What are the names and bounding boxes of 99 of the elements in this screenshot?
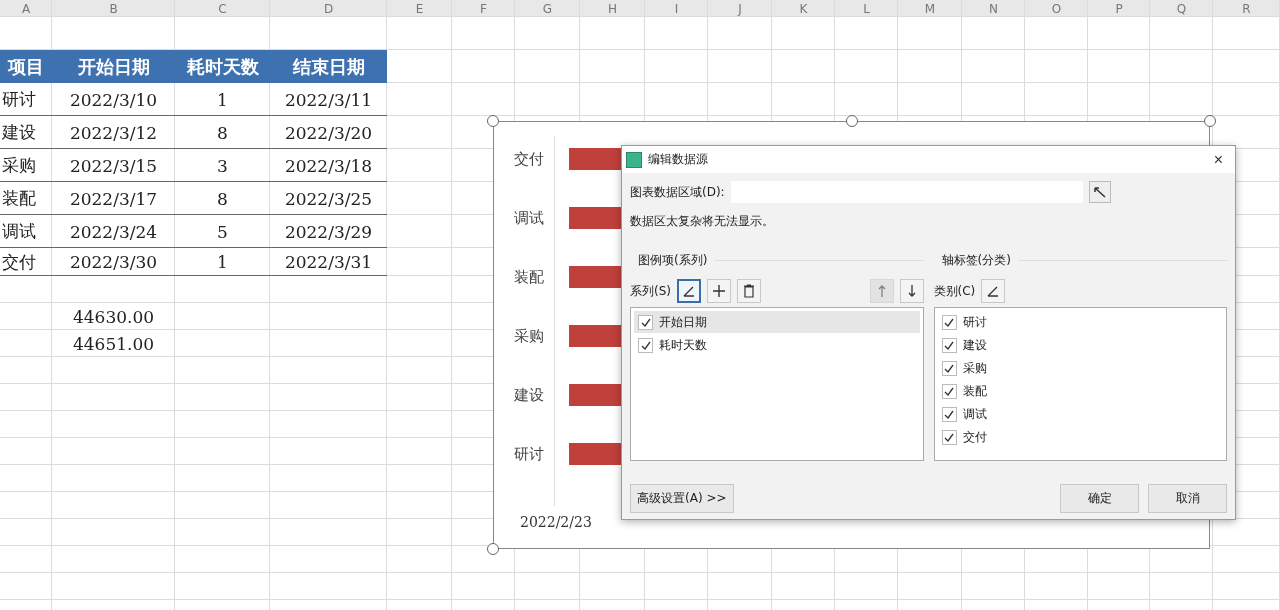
table-cell-text: 2022/3/31	[283, 251, 374, 274]
table-header-cell: 项目	[0, 50, 52, 83]
axis-label: 2022/2/23	[520, 514, 592, 530]
list-label: 类别(C)	[933, 282, 976, 300]
table-cell-text: 2022/3/18	[283, 154, 374, 178]
checkbox[interactable]	[941, 314, 957, 330]
column-header[interactable]: O	[1051, 1, 1062, 16]
column-header[interactable]: G	[542, 1, 553, 16]
advanced-settings-button[interactable]: 高级设置(A) >>	[630, 484, 734, 513]
close-button[interactable]: ×	[1209, 150, 1227, 169]
table-cell-text: 2022/3/29	[283, 220, 374, 244]
table-cell-text: 2022/3/20	[283, 121, 374, 145]
list-item[interactable]: 交付	[962, 428, 987, 446]
table-cell-text: 8	[216, 187, 229, 211]
item-label: 开始日期	[659, 313, 707, 331]
list-item[interactable]: 研讨	[962, 313, 987, 331]
group-heading: 图例项(系列)	[630, 252, 924, 269]
trash-icon	[743, 284, 755, 298]
axis-label: 交付	[513, 149, 545, 169]
info-text: 数据区太复杂将无法显示。	[630, 213, 775, 230]
column-header[interactable]: F	[480, 1, 487, 16]
table-cell-text: 8	[216, 121, 229, 145]
checkbox[interactable]	[638, 314, 653, 330]
pencil-icon	[682, 284, 696, 298]
list-item[interactable]: 调试	[962, 405, 987, 423]
table-cell-text: 2022/3/17	[68, 187, 159, 211]
move-down-button[interactable]	[899, 279, 924, 303]
group-heading: 轴标签(分类)	[933, 252, 1227, 269]
list-item[interactable]: 采购	[962, 359, 987, 377]
axis-label: 采购	[513, 326, 545, 346]
picker-icon	[1093, 186, 1106, 198]
column-header[interactable]: L	[863, 1, 870, 16]
column-header[interactable]: N	[989, 1, 998, 16]
column-header[interactable]: C	[218, 1, 227, 16]
column-header[interactable]: J	[738, 1, 742, 16]
column-header[interactable]: R	[1242, 1, 1251, 16]
app-icon	[626, 151, 642, 168]
column-header[interactable]: H	[608, 1, 617, 16]
table-cell-text: 研讨	[1, 88, 37, 111]
table-cell-text: 2022/3/15	[68, 154, 159, 178]
up-arrow-icon	[876, 284, 887, 298]
checkbox[interactable]	[941, 360, 957, 376]
table-cell-text: 1	[216, 88, 229, 112]
table-cell-text: 5	[216, 220, 229, 244]
checkbox[interactable]	[941, 337, 957, 353]
column-header[interactable]: P	[1115, 1, 1123, 16]
table-header-cell: 结束日期	[270, 50, 387, 83]
table-cell-text: 44630.00	[71, 305, 156, 329]
checkbox[interactable]	[638, 337, 653, 353]
column-header[interactable]: M	[924, 1, 936, 16]
axis-label: 装配	[513, 267, 545, 287]
column-header[interactable]: A	[21, 1, 31, 16]
table-cell-text: 2022/3/24	[68, 220, 159, 244]
list-row[interactable]: 开始日期	[634, 311, 920, 333]
column-header[interactable]: K	[799, 1, 808, 16]
checkbox[interactable]	[941, 429, 957, 445]
column-header[interactable]: E	[415, 1, 424, 16]
table-cell-text: 采购	[1, 154, 37, 177]
list-label: 系列(S)	[630, 282, 671, 300]
list-item[interactable]: 建设	[962, 336, 987, 354]
checkbox[interactable]	[941, 383, 957, 399]
table-cell-text: 交付	[1, 250, 37, 274]
axis-label: 研讨	[513, 444, 545, 464]
item-label: 耗时天数	[659, 336, 707, 354]
table-cell-text: 建设	[1, 121, 37, 144]
edit-button[interactable]	[677, 279, 701, 303]
table-cell-text: 2022/3/30	[68, 251, 159, 274]
checkbox[interactable]	[941, 406, 957, 422]
table-cell-text: 装配	[1, 187, 37, 210]
column-header[interactable]: B	[109, 1, 118, 16]
pencil-icon	[986, 284, 1001, 298]
list-row[interactable]: 耗时天数	[634, 334, 920, 356]
range-picker-button[interactable]	[1088, 181, 1111, 203]
column-header[interactable]: D	[323, 1, 334, 16]
table-cell-text: 2022/3/25	[283, 187, 374, 211]
plus-icon	[712, 284, 726, 298]
axis-label: 调试	[513, 208, 545, 228]
list-item[interactable]: 装配	[962, 382, 987, 400]
table-cell-text: 2022/3/12	[68, 121, 159, 145]
add-button[interactable]	[707, 279, 731, 303]
field-label: 图表数据区域(D):	[630, 183, 725, 201]
table-cell-text: 调试	[1, 220, 37, 243]
column-header[interactable]: I	[674, 1, 679, 16]
cancel-button[interactable]: 取消	[1148, 484, 1227, 513]
table-cell-text: 44651.00	[71, 332, 156, 356]
delete-button[interactable]	[737, 279, 761, 303]
column-header[interactable]: Q	[1176, 1, 1187, 16]
table-header-cell: 耗时天数	[175, 50, 270, 83]
table-cell-text: 1	[216, 251, 229, 274]
ok-button[interactable]: 确定	[1060, 484, 1139, 513]
table-header-cell: 开始日期	[52, 50, 175, 83]
down-arrow-icon	[906, 284, 917, 298]
table-cell-text: 2022/3/10	[68, 88, 159, 112]
dialog-title: 编辑数据源	[648, 151, 709, 168]
table-cell-text: 2022/3/11	[283, 88, 374, 112]
axis-label: 建设	[513, 385, 545, 405]
edit-button[interactable]	[981, 279, 1006, 303]
resize-handle[interactable]	[487, 543, 499, 555]
table-cell-text: 3	[216, 154, 229, 178]
